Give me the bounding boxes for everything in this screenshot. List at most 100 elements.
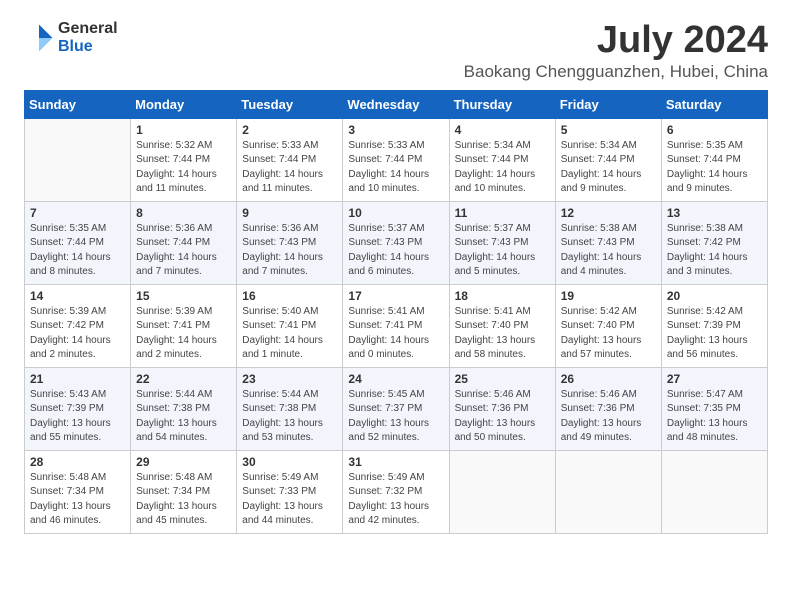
- day-info: Sunrise: 5:45 AM Sunset: 7:37 PM Dayligh…: [348, 388, 443, 446]
- day-number: 1: [136, 123, 231, 137]
- day-number: 18: [455, 289, 550, 303]
- day-info: Sunrise: 5:34 AM Sunset: 7:44 PM Dayligh…: [561, 139, 656, 197]
- day-info: Sunrise: 5:49 AM Sunset: 7:33 PM Dayligh…: [242, 471, 337, 529]
- day-info: Sunrise: 5:37 AM Sunset: 7:43 PM Dayligh…: [455, 222, 550, 280]
- day-number: 4: [455, 123, 550, 137]
- day-number: 5: [561, 123, 656, 137]
- day-number: 13: [667, 206, 762, 220]
- calendar-week-3: 14Sunrise: 5:39 AM Sunset: 7:42 PM Dayli…: [25, 284, 768, 367]
- day-number: 28: [30, 455, 125, 469]
- logo-icon: [24, 23, 54, 53]
- day-number: 12: [561, 206, 656, 220]
- calendar-cell: [555, 450, 661, 533]
- calendar-cell: 23 Sunrise: 5:44 AM Sunset: 7:38 PM Dayli…: [237, 367, 343, 450]
- calendar-week-4: 21 Sunrise: 5:43 AM Sunset: 7:39 PM Dayli…: [25, 367, 768, 450]
- location-title: Baokang Chengguanzhen, Hubei, China: [464, 62, 768, 82]
- day-info: Sunrise: 5:33 AM Sunset: 7:44 PM Dayligh…: [348, 139, 443, 197]
- calendar-header-row: SundayMondayTuesdayWednesdayThursdayFrid…: [25, 90, 768, 118]
- calendar-cell: 29 Sunrise: 5:48 AM Sunset: 7:34 PM Dayli…: [131, 450, 237, 533]
- day-info: Sunrise: 5:48 AM Sunset: 7:34 PM Dayligh…: [136, 471, 231, 529]
- day-number: 8: [136, 206, 231, 220]
- day-info: Sunrise: 5:42 AM Sunset: 7:39 PM Dayligh…: [667, 305, 762, 363]
- day-number: 20: [667, 289, 762, 303]
- calendar-cell: 1 Sunrise: 5:32 AM Sunset: 7:44 PM Daylig…: [131, 118, 237, 201]
- calendar-cell: 11 Sunrise: 5:37 AM Sunset: 7:43 PM Dayli…: [449, 201, 555, 284]
- calendar-cell: 12 Sunrise: 5:38 AM Sunset: 7:43 PM Dayli…: [555, 201, 661, 284]
- calendar-table: SundayMondayTuesdayWednesdayThursdayFrid…: [24, 90, 768, 534]
- header-day-wednesday: Wednesday: [343, 90, 449, 118]
- calendar-week-1: 1 Sunrise: 5:32 AM Sunset: 7:44 PM Daylig…: [25, 118, 768, 201]
- day-info: Sunrise: 5:44 AM Sunset: 7:38 PM Dayligh…: [242, 388, 337, 446]
- day-info: Sunrise: 5:33 AM Sunset: 7:44 PM Dayligh…: [242, 139, 337, 197]
- calendar-cell: 5 Sunrise: 5:34 AM Sunset: 7:44 PM Daylig…: [555, 118, 661, 201]
- header-day-monday: Monday: [131, 90, 237, 118]
- day-info: Sunrise: 5:43 AM Sunset: 7:39 PM Dayligh…: [30, 388, 125, 446]
- day-number: 2: [242, 123, 337, 137]
- calendar-cell: 13 Sunrise: 5:38 AM Sunset: 7:42 PM Dayli…: [661, 201, 767, 284]
- header-day-sunday: Sunday: [25, 90, 131, 118]
- calendar-cell: 24Sunrise: 5:45 AM Sunset: 7:37 PM Dayli…: [343, 367, 449, 450]
- day-number: 15: [136, 289, 231, 303]
- day-number: 29: [136, 455, 231, 469]
- calendar-cell: 16 Sunrise: 5:40 AM Sunset: 7:41 PM Dayli…: [237, 284, 343, 367]
- calendar-cell: 25 Sunrise: 5:46 AM Sunset: 7:36 PM Dayli…: [449, 367, 555, 450]
- day-number: 19: [561, 289, 656, 303]
- day-number: 30: [242, 455, 337, 469]
- header-day-saturday: Saturday: [661, 90, 767, 118]
- day-info: Sunrise: 5:41 AM Sunset: 7:40 PM Dayligh…: [455, 305, 550, 363]
- header-day-tuesday: Tuesday: [237, 90, 343, 118]
- day-info: Sunrise: 5:38 AM Sunset: 7:43 PM Dayligh…: [561, 222, 656, 280]
- day-number: 17: [348, 289, 443, 303]
- calendar-cell: 14Sunrise: 5:39 AM Sunset: 7:42 PM Dayli…: [25, 284, 131, 367]
- day-number: 11: [455, 206, 550, 220]
- calendar-cell: 28 Sunrise: 5:48 AM Sunset: 7:34 PM Dayli…: [25, 450, 131, 533]
- day-number: 14: [30, 289, 125, 303]
- calendar-cell: 10 Sunrise: 5:37 AM Sunset: 7:43 PM Dayli…: [343, 201, 449, 284]
- day-info: Sunrise: 5:38 AM Sunset: 7:42 PM Dayligh…: [667, 222, 762, 280]
- day-info: Sunrise: 5:37 AM Sunset: 7:43 PM Dayligh…: [348, 222, 443, 280]
- day-info: Sunrise: 5:46 AM Sunset: 7:36 PM Dayligh…: [561, 388, 656, 446]
- day-number: 21: [30, 372, 125, 386]
- month-title: July 2024: [464, 20, 768, 62]
- calendar-cell: 17Sunrise: 5:41 AM Sunset: 7:41 PM Dayli…: [343, 284, 449, 367]
- calendar-cell: 7 Sunrise: 5:35 AM Sunset: 7:44 PM Daylig…: [25, 201, 131, 284]
- logo-blue-text: Blue: [58, 38, 118, 56]
- day-info: Sunrise: 5:32 AM Sunset: 7:44 PM Dayligh…: [136, 139, 231, 197]
- calendar-cell: 22Sunrise: 5:44 AM Sunset: 7:38 PM Dayli…: [131, 367, 237, 450]
- day-number: 9: [242, 206, 337, 220]
- title-block: July 2024 Baokang Chengguanzhen, Hubei, …: [464, 20, 768, 82]
- calendar-cell: 2 Sunrise: 5:33 AM Sunset: 7:44 PM Daylig…: [237, 118, 343, 201]
- day-info: Sunrise: 5:35 AM Sunset: 7:44 PM Dayligh…: [667, 139, 762, 197]
- header-day-thursday: Thursday: [449, 90, 555, 118]
- day-number: 10: [348, 206, 443, 220]
- day-number: 16: [242, 289, 337, 303]
- day-number: 31: [348, 455, 443, 469]
- day-info: Sunrise: 5:46 AM Sunset: 7:36 PM Dayligh…: [455, 388, 550, 446]
- day-number: 25: [455, 372, 550, 386]
- calendar-cell: 4Sunrise: 5:34 AM Sunset: 7:44 PM Daylig…: [449, 118, 555, 201]
- calendar-cell: 8 Sunrise: 5:36 AM Sunset: 7:44 PM Daylig…: [131, 201, 237, 284]
- day-info: Sunrise: 5:36 AM Sunset: 7:44 PM Dayligh…: [136, 222, 231, 280]
- day-number: 23: [242, 372, 337, 386]
- calendar-week-5: 28 Sunrise: 5:48 AM Sunset: 7:34 PM Dayli…: [25, 450, 768, 533]
- day-info: Sunrise: 5:35 AM Sunset: 7:44 PM Dayligh…: [30, 222, 125, 280]
- calendar-cell: 21 Sunrise: 5:43 AM Sunset: 7:39 PM Dayli…: [25, 367, 131, 450]
- calendar-cell: 27Sunrise: 5:47 AM Sunset: 7:35 PM Dayli…: [661, 367, 767, 450]
- header-day-friday: Friday: [555, 90, 661, 118]
- calendar-cell: [25, 118, 131, 201]
- logo: General Blue: [24, 20, 118, 55]
- calendar-cell: 30 Sunrise: 5:49 AM Sunset: 7:33 PM Dayli…: [237, 450, 343, 533]
- day-number: 7: [30, 206, 125, 220]
- day-info: Sunrise: 5:40 AM Sunset: 7:41 PM Dayligh…: [242, 305, 337, 363]
- day-info: Sunrise: 5:47 AM Sunset: 7:35 PM Dayligh…: [667, 388, 762, 446]
- calendar-cell: [449, 450, 555, 533]
- day-number: 6: [667, 123, 762, 137]
- day-number: 26: [561, 372, 656, 386]
- day-number: 22: [136, 372, 231, 386]
- day-number: 3: [348, 123, 443, 137]
- calendar-cell: 15Sunrise: 5:39 AM Sunset: 7:41 PM Dayli…: [131, 284, 237, 367]
- logo-general-text: General: [58, 20, 118, 38]
- day-info: Sunrise: 5:49 AM Sunset: 7:32 PM Dayligh…: [348, 471, 443, 529]
- day-info: Sunrise: 5:48 AM Sunset: 7:34 PM Dayligh…: [30, 471, 125, 529]
- day-info: Sunrise: 5:36 AM Sunset: 7:43 PM Dayligh…: [242, 222, 337, 280]
